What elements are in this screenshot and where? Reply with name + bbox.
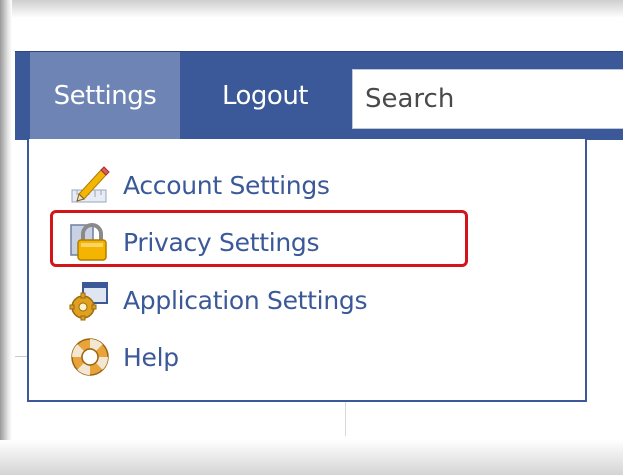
menu-item-label: Account Settings <box>123 170 330 200</box>
settings-dropdown-menu: Account Settings Privacy Settings Applic… <box>27 139 587 402</box>
search-input[interactable] <box>352 69 623 129</box>
highlight-annotation-box <box>50 210 468 267</box>
menu-item-label: Application Settings <box>123 285 368 315</box>
menu-item-application-settings[interactable]: Application Settings <box>69 272 469 328</box>
logout-label: Logout <box>221 81 309 111</box>
application-gear-icon <box>69 282 108 321</box>
menu-item-label: Help <box>123 342 179 372</box>
page-divider <box>345 400 346 436</box>
pencil-ruler-icon <box>71 166 110 203</box>
frame-shadow-left <box>0 0 12 475</box>
menu-item-account-settings[interactable]: Account Settings <box>69 157 469 213</box>
lifebuoy-icon <box>71 338 109 376</box>
top-navbar: Settings Logout <box>15 51 623 140</box>
frame-shadow-top <box>0 0 623 18</box>
settings-menu-label: Settings <box>53 81 157 111</box>
settings-menu-button[interactable]: Settings <box>30 52 180 140</box>
menu-item-help[interactable]: Help <box>69 329 469 385</box>
logout-link[interactable]: Logout <box>210 52 320 140</box>
frame-shadow-bottom <box>0 440 623 475</box>
